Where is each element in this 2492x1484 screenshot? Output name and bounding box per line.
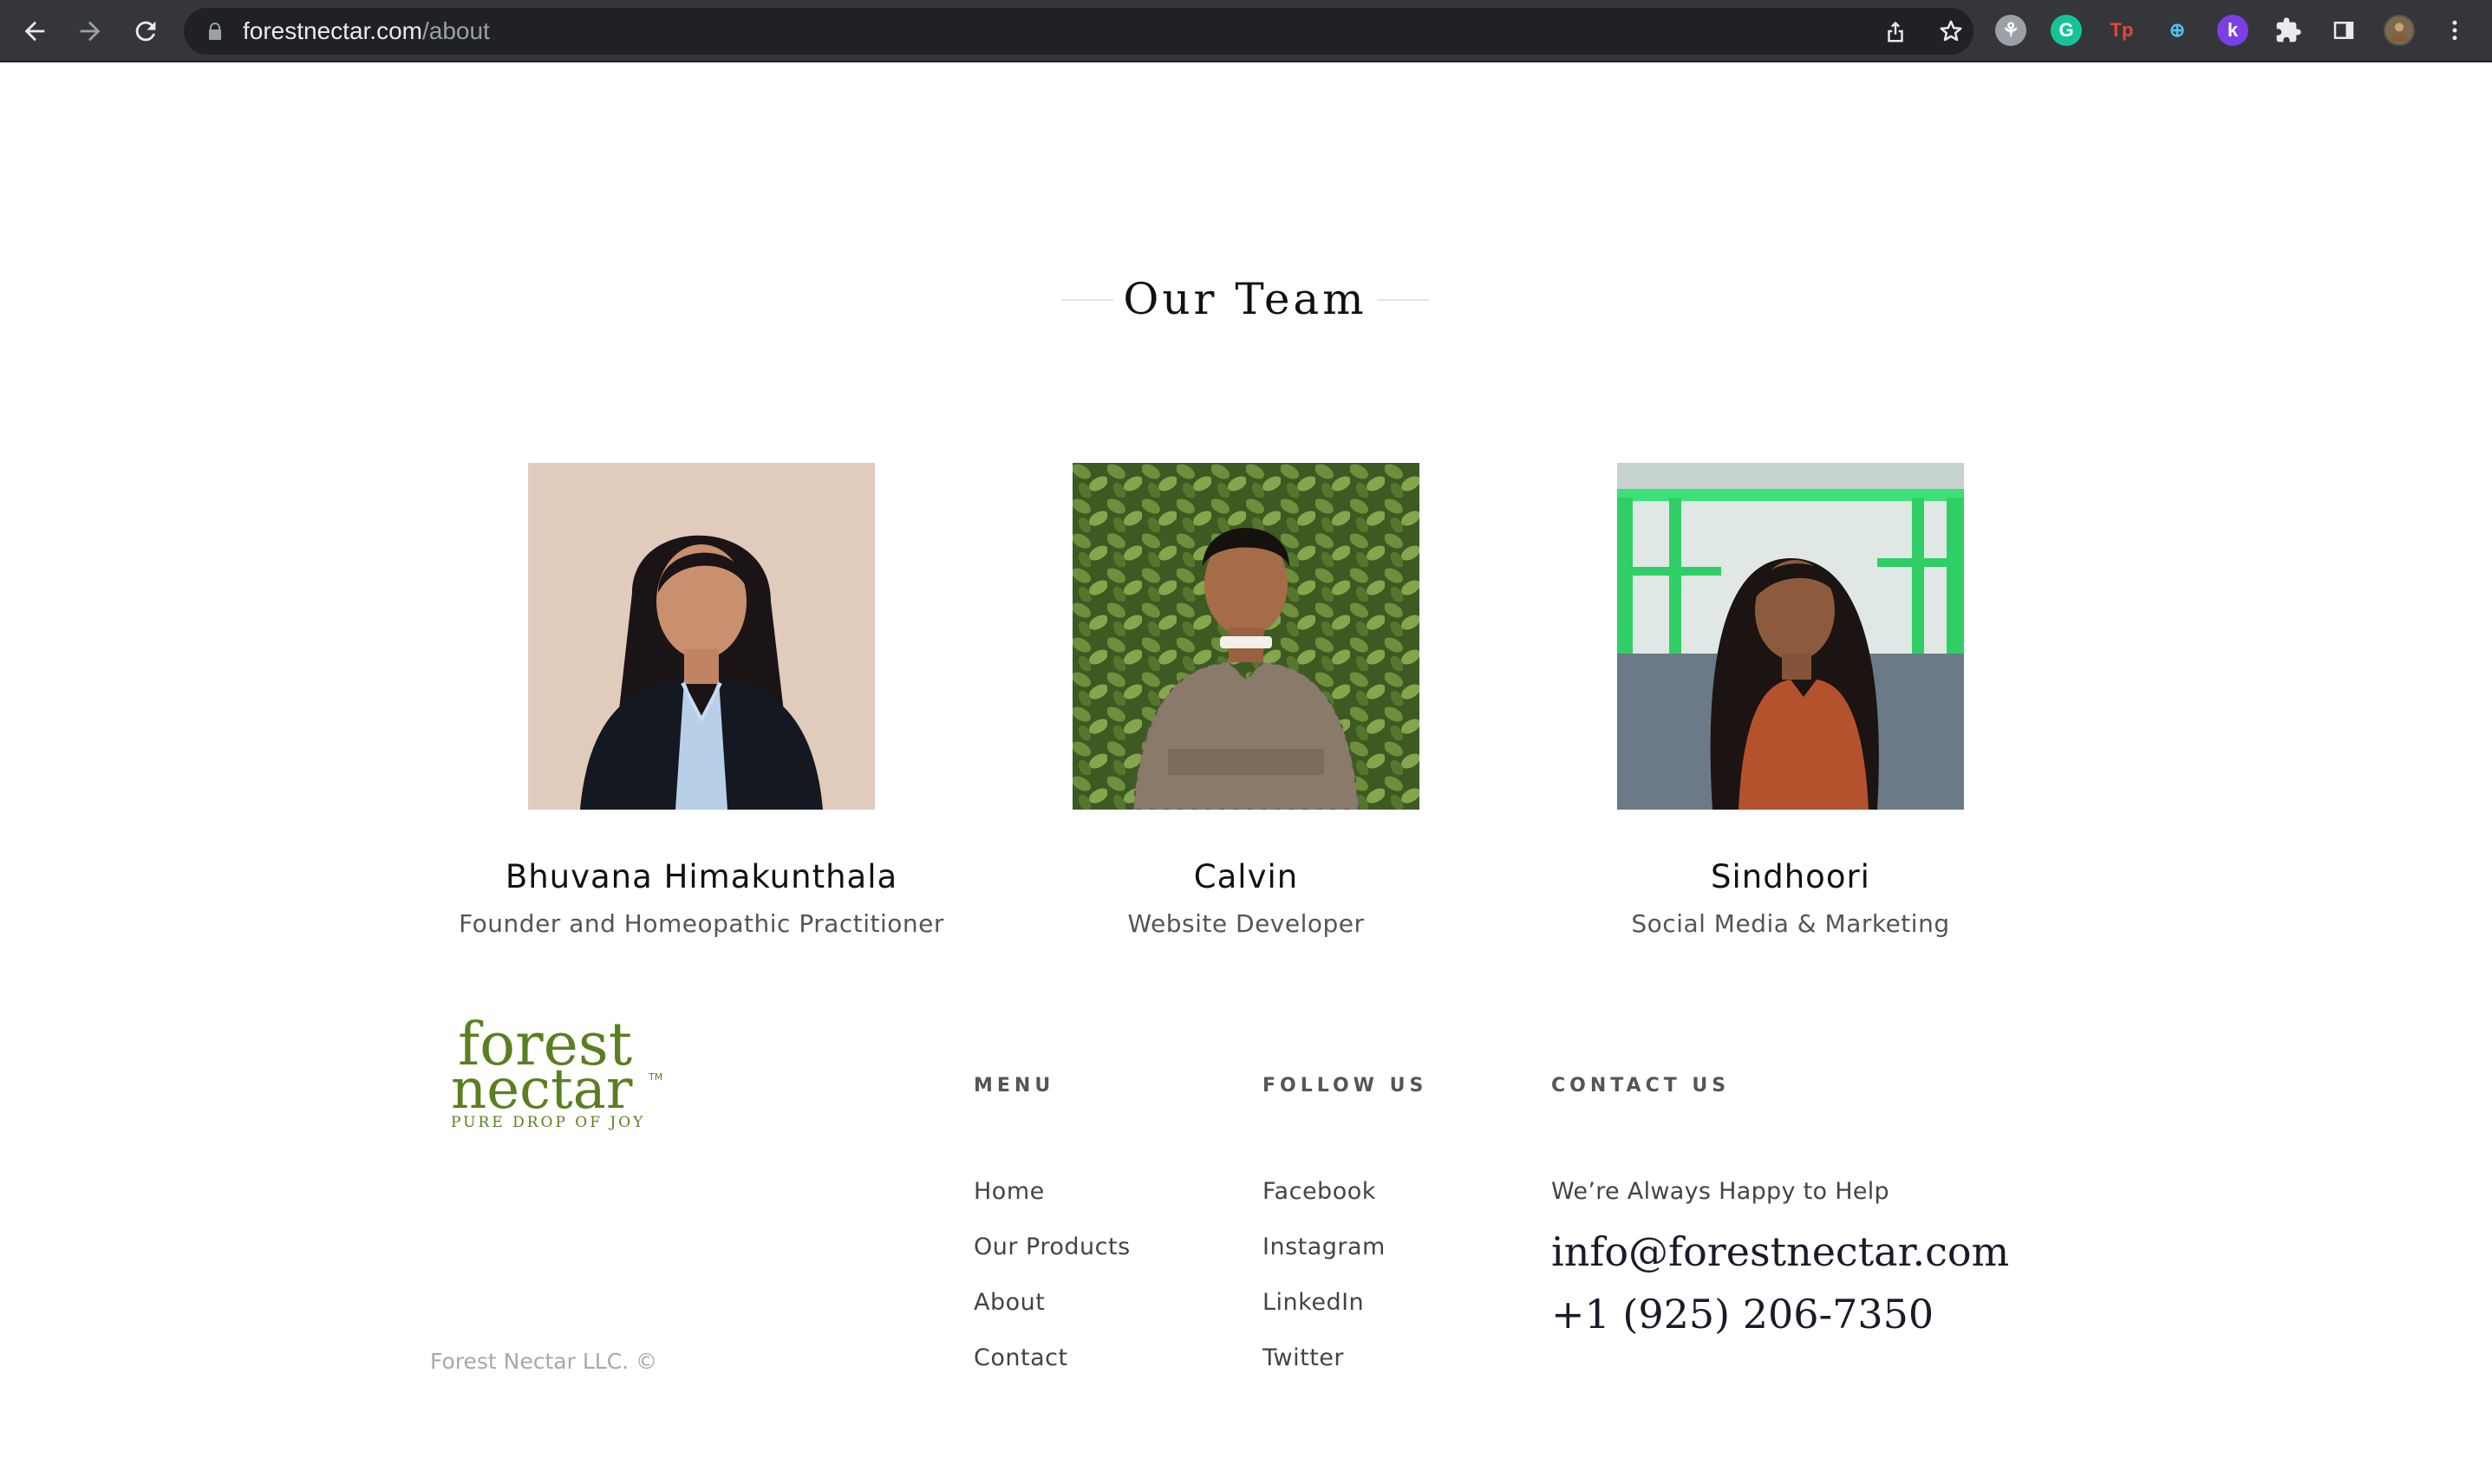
forward-button[interactable] [71,12,109,50]
team-member-card: Calvin Website Developer [969,463,1523,940]
team-member-card: Sindhoori Social Media & Marketing [1513,463,2068,940]
url-path: /about [421,17,490,44]
puzzle-icon [2276,17,2301,42]
footer-contact-column: CONTACT US We’re Always Happy to Help in… [1551,1073,2009,1345]
contact-phone-link[interactable]: +1 (925) 206-7350 [1551,1283,2009,1345]
copyright-text: Forest Nectar LLC. © [430,1349,658,1374]
team-member-role: Founder and Homeopathic Practitioner [459,909,944,938]
reload-button[interactable] [127,12,165,50]
extension-3[interactable]: ⊕ [2162,15,2193,46]
forward-arrow-icon [80,21,101,42]
star-icon [1940,20,1962,42]
logo-trademark: TM [648,1071,662,1083]
team-member-photo [1073,463,1419,810]
forest-nectar-logo[interactable]: forest nectar TM PURE DROP OF JOY [451,1011,676,1132]
heading-divider-right [1377,299,1429,301]
address-bar[interactable]: forestnectar.com/about [184,8,1973,55]
lock-icon [209,23,221,40]
kebab-menu-icon [2452,20,2457,41]
footer-follow-title: FOLLOW US [1262,1075,1428,1097]
profile-avatar[interactable] [2384,15,2415,46]
share-icon [1888,21,1903,42]
team-member-name: Bhuvana Himakunthala [505,858,898,895]
share-button[interactable] [1882,17,1909,45]
url-domain: forestnectar.com [243,17,422,44]
back-arrow-icon [24,21,45,42]
url-text[interactable]: forestnectar.com/about [243,18,490,44]
browser-menu-button[interactable] [2439,15,2470,46]
footer-link-instagram[interactable]: Instagram [1262,1234,1427,1290]
side-panel-button[interactable] [2328,15,2359,46]
k-extension-icon: k [2227,19,2239,41]
footer-link-our-products[interactable]: Our Products [974,1234,1131,1290]
browser-toolbar: forestnectar.com/about ⚘ G Tp ⊕ k [0,0,2492,62]
team-member-role: Website Developer [1127,909,1365,938]
avatar-icon [2391,23,2408,42]
logo-word-nectar: nectar [451,1058,633,1122]
extensions-button[interactable] [2273,15,2304,46]
extension-1[interactable]: G [2051,15,2082,46]
footer-menu-column: MENU Home Our Products About Contact [974,1073,1131,1401]
contact-email-link[interactable]: info@forestnectar.com [1551,1220,2009,1283]
extension-2[interactable]: Tp [2106,15,2137,46]
footer-link-linkedin[interactable]: LinkedIn [1262,1290,1427,1345]
tp-extension-icon: Tp [2110,19,2134,41]
footer-menu-title: MENU [974,1075,1055,1097]
team-member-role: Social Media & Marketing [1631,909,1950,938]
extension-0[interactable]: ⚘ [1995,15,2026,46]
reload-icon [135,21,156,42]
logo-tagline: PURE DROP OF JOY [451,1114,645,1131]
team-member-card: Bhuvana Himakunthala Founder and Homeopa… [424,463,979,940]
team-member-name: Calvin [1193,858,1299,895]
footer-link-home[interactable]: Home [974,1179,1131,1234]
plus-circle-extension-icon: ⊕ [2169,19,2186,41]
contact-tagline: We’re Always Happy to Help [1551,1178,1889,1205]
grammarly-icon: G [2058,19,2074,41]
extension-4[interactable]: k [2217,15,2248,46]
side-panel-icon [2333,22,2354,39]
ext-grey-icon: ⚘ [2002,19,2019,41]
footer-link-contact[interactable]: Contact [974,1345,1131,1401]
footer-follow-column: FOLLOW US Facebook Instagram LinkedIn Tw… [1262,1073,1427,1401]
footer-link-twitter[interactable]: Twitter [1262,1345,1427,1401]
footer-link-about[interactable]: About [974,1290,1131,1345]
team-heading: Our Team [1058,269,1432,329]
team-member-photo [1617,463,1964,810]
back-button[interactable] [16,12,54,50]
footer-contact-title: CONTACT US [1551,1075,1731,1097]
footer-link-facebook[interactable]: Facebook [1262,1179,1427,1234]
bookmark-button[interactable] [1937,17,1965,45]
team-member-photo [528,463,875,810]
team-member-name: Sindhoori [1711,858,1870,895]
